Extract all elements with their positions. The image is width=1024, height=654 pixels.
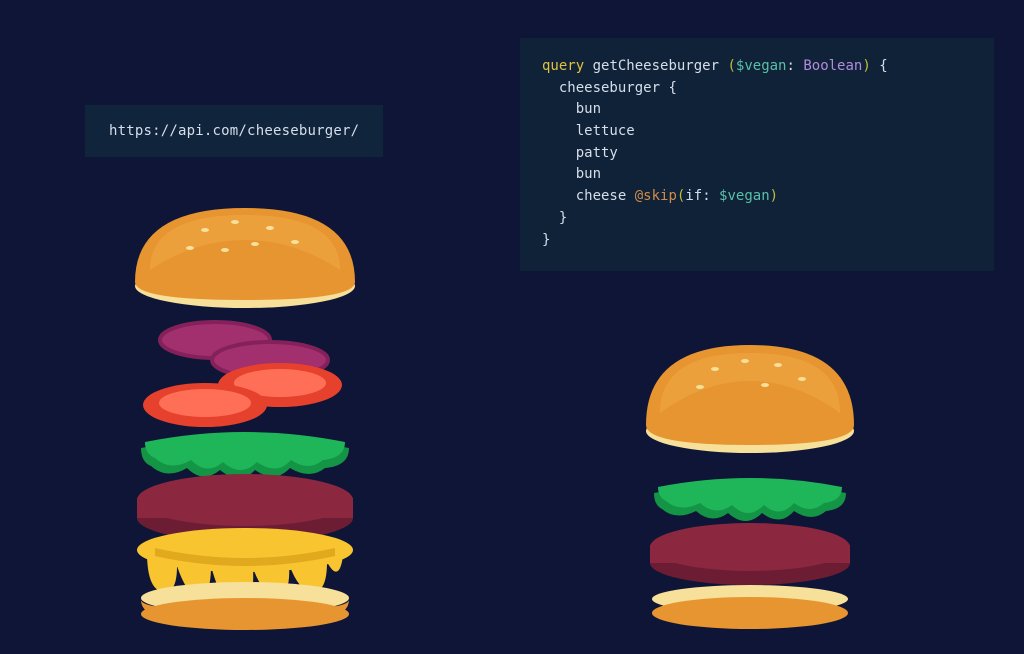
code-field-1: lettuce xyxy=(576,123,635,139)
code-brace-close2: } xyxy=(559,210,567,226)
graphql-code-card: query getCheeseburger ($vegan: Boolean) … xyxy=(520,38,994,271)
code-dir-argkey: if xyxy=(685,188,702,204)
code-brace-open: { xyxy=(879,58,887,74)
code-paren-open: ( xyxy=(727,58,735,74)
rest-burger-illustration xyxy=(95,200,395,630)
code-paren-close: ) xyxy=(862,58,870,74)
code-field-3: bun xyxy=(576,166,601,182)
burger-patty-icon xyxy=(650,523,850,585)
code-dir-argval: $vegan xyxy=(719,188,770,204)
burger-top-bun-icon xyxy=(646,345,854,453)
code-directive: @skip xyxy=(635,188,677,204)
rest-url-text: https://api.com/cheeseburger/ xyxy=(109,123,359,139)
rest-url-card: https://api.com/cheeseburger/ xyxy=(85,105,383,157)
code-colon: : xyxy=(786,58,803,74)
code-keyword: query xyxy=(542,58,584,74)
burger-bottom-bun-icon xyxy=(652,585,848,629)
burger-lettuce-icon xyxy=(141,432,349,478)
code-field-2: patty xyxy=(576,145,618,161)
code-dir-pclose: ) xyxy=(770,188,778,204)
graphql-burger-illustration xyxy=(620,335,880,635)
code-root-field: cheeseburger xyxy=(559,80,660,96)
burger-tomato-icon xyxy=(143,363,342,427)
code-dir-colon: : xyxy=(702,188,719,204)
burger-lettuce-icon xyxy=(654,478,846,521)
code-brace-open2: { xyxy=(668,80,676,96)
code-field-0: bun xyxy=(576,101,601,117)
burger-top-bun-icon xyxy=(135,208,355,308)
code-var-name: $vegan xyxy=(736,58,787,74)
code-var-type: Boolean xyxy=(803,58,862,74)
code-op-name: getCheeseburger xyxy=(593,58,719,74)
burger-bottom-bun-icon xyxy=(141,582,349,630)
code-brace-close: } xyxy=(542,232,550,248)
code-field-4: cheese xyxy=(576,188,627,204)
